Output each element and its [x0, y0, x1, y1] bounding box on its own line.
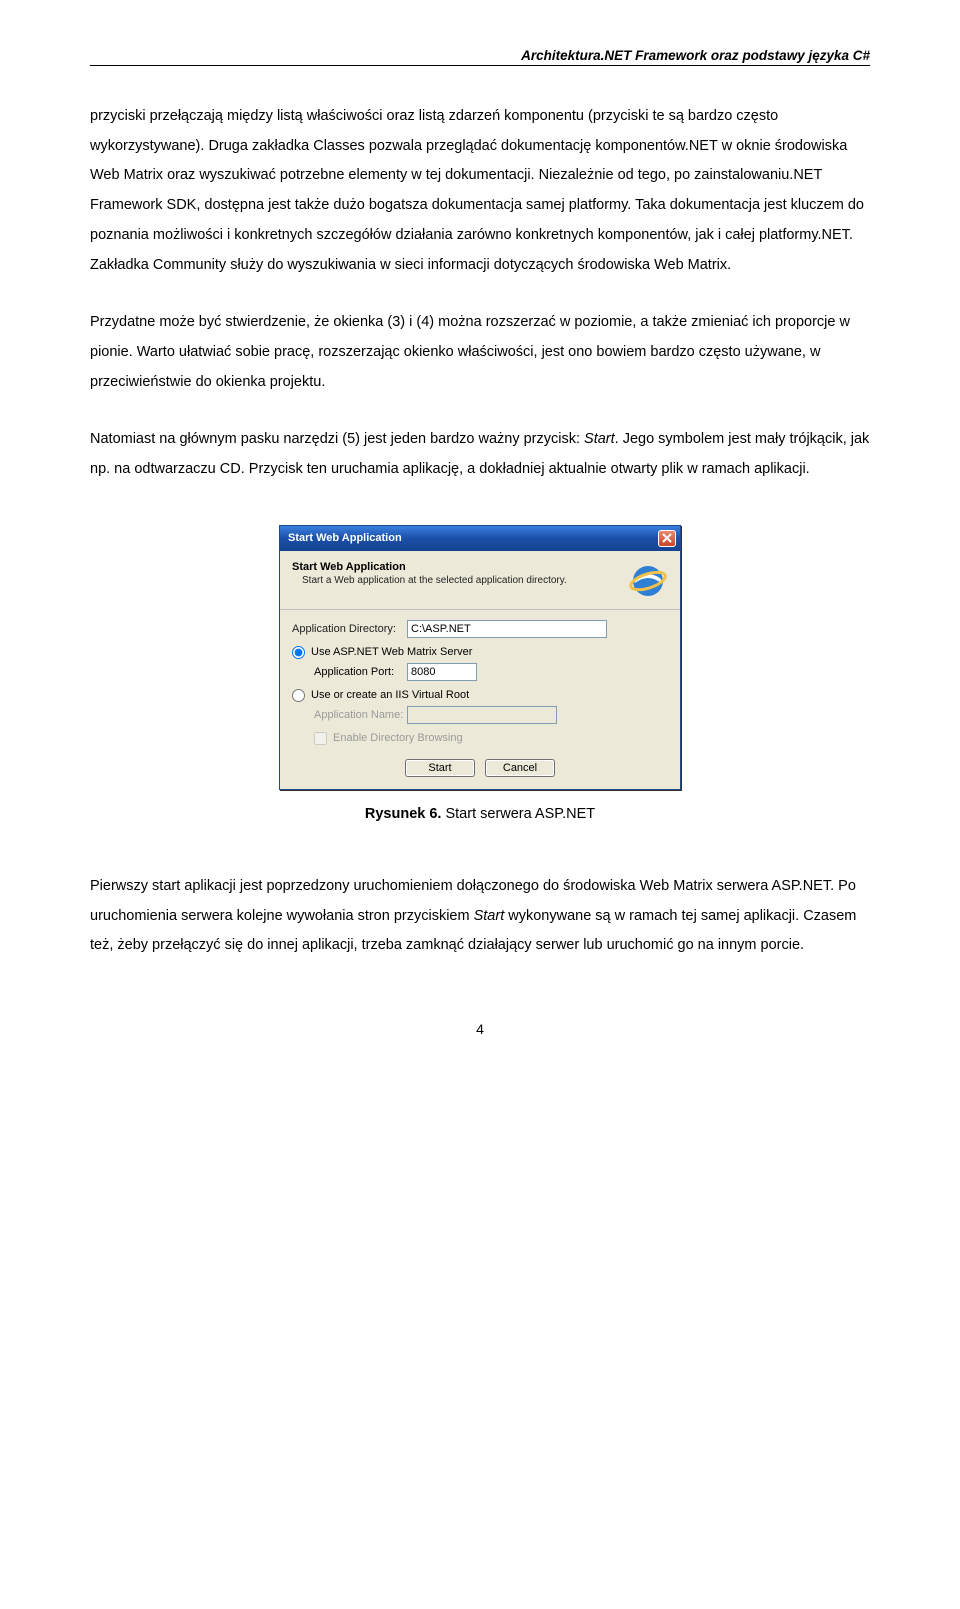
port-input[interactable] — [407, 663, 477, 681]
paragraph-3: Natomiast na głównym pasku narzędzi (5) … — [90, 425, 870, 484]
directory-browsing-checkbox — [314, 732, 327, 745]
dialog-titlebar: Start Web Application — [280, 526, 680, 551]
appdir-label: Application Directory: — [292, 623, 407, 635]
close-icon[interactable] — [658, 530, 676, 547]
figure-caption: Rysunek 6. Start serwera ASP.NET — [365, 806, 595, 822]
appname-label: Application Name: — [292, 709, 407, 721]
page-header: Architektura.NET Framework oraz podstawy… — [90, 48, 870, 66]
start-web-application-dialog: Start Web Application Start Web Applicat… — [279, 525, 681, 790]
paragraph-2: Przydatne może być stwierdzenie, że okie… — [90, 308, 870, 397]
paragraph-4: Pierwszy start aplikacji jest poprzedzon… — [90, 872, 870, 961]
use-matrix-radio[interactable] — [292, 646, 305, 659]
para3-start: Start — [584, 431, 615, 447]
page-number: 4 — [90, 1021, 870, 1037]
port-label: Application Port: — [292, 666, 407, 678]
use-iis-radio[interactable] — [292, 689, 305, 702]
cancel-button[interactable]: Cancel — [485, 759, 555, 777]
internet-explorer-icon — [628, 561, 668, 601]
para4-start: Start — [474, 908, 505, 924]
dialog-subheader: Start a Web application at the selected … — [292, 575, 567, 586]
dialog-header: Start Web Application — [292, 561, 567, 573]
figure-caption-text: Start serwera ASP.NET — [441, 806, 595, 822]
dialog-title: Start Web Application — [288, 532, 402, 544]
use-matrix-label: Use ASP.NET Web Matrix Server — [311, 646, 472, 658]
figure-caption-bold: Rysunek 6. — [365, 806, 442, 822]
use-iis-label: Use or create an IIS Virtual Root — [311, 689, 469, 701]
directory-browsing-label: Enable Directory Browsing — [333, 732, 463, 744]
para3-part-a: Natomiast na głównym pasku narzędzi (5) … — [90, 431, 584, 447]
appdir-input[interactable] — [407, 620, 607, 638]
appname-input — [407, 706, 557, 724]
paragraph-1: przyciski przełączają między listą właśc… — [90, 102, 870, 280]
start-button[interactable]: Start — [405, 759, 475, 777]
